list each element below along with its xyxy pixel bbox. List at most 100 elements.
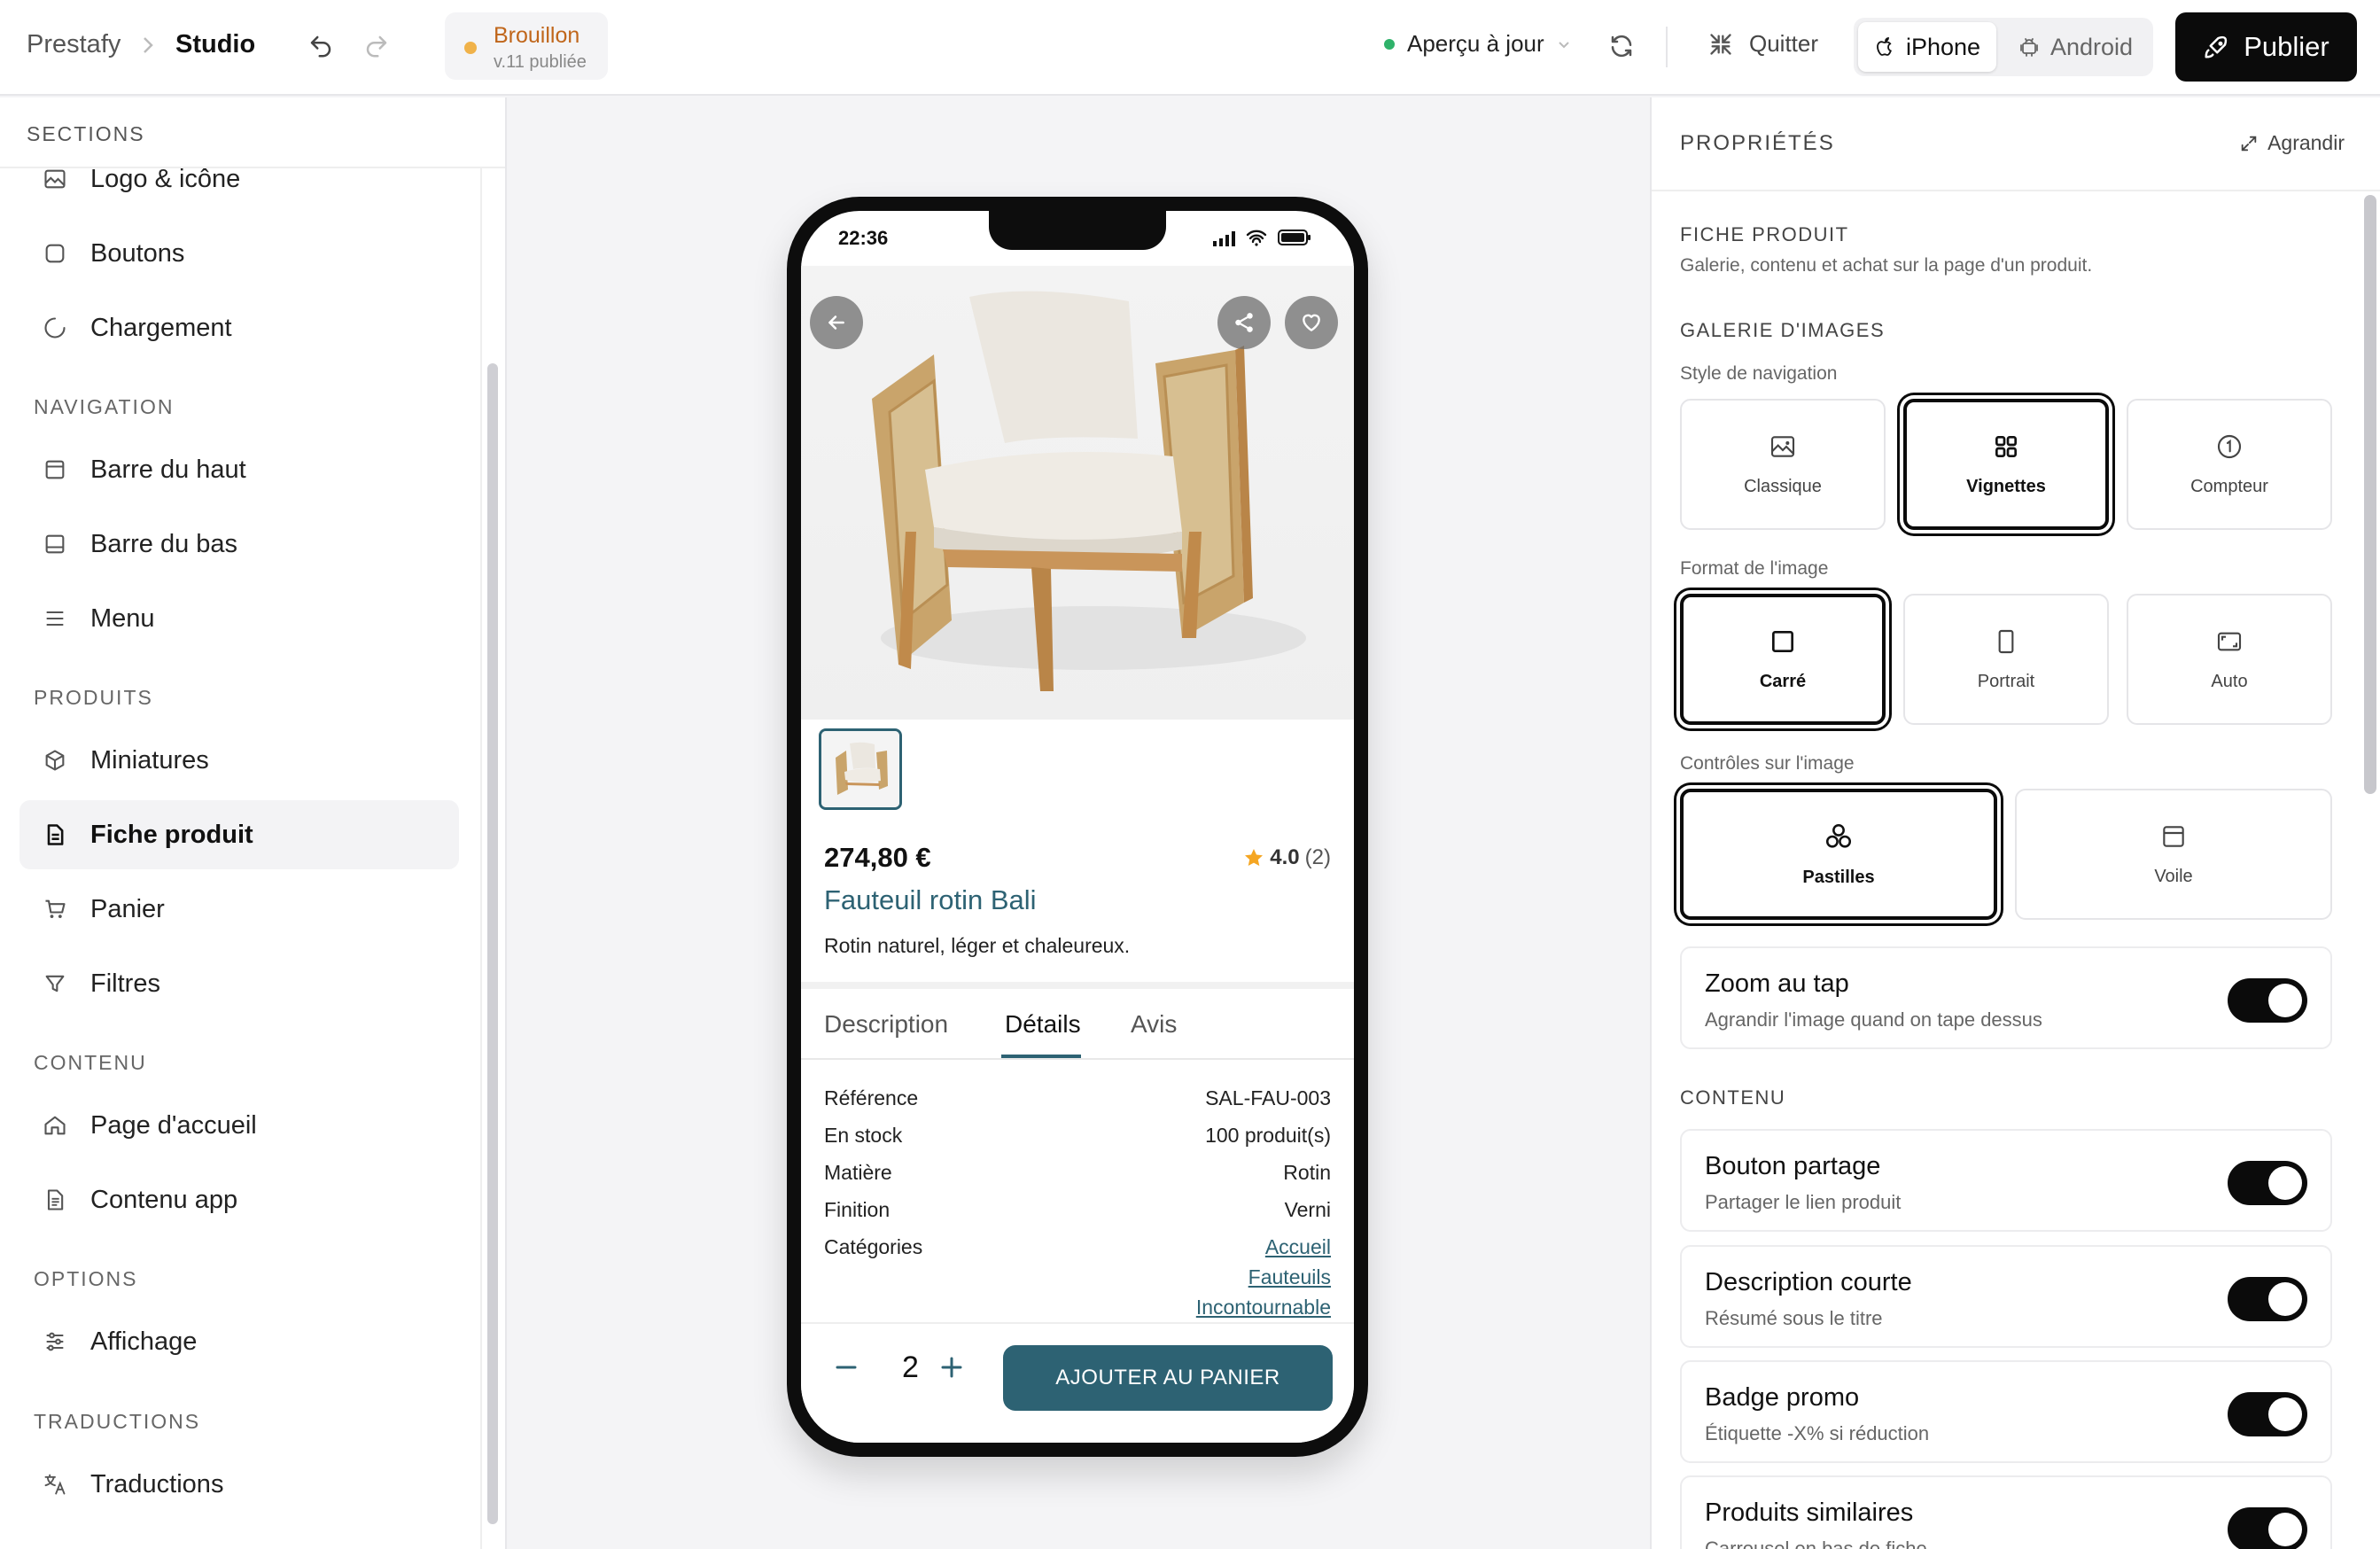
category-link[interactable]: Accueil [1196, 1232, 1331, 1262]
similar-products-toggle[interactable] [2228, 1507, 2307, 1549]
cart-icon [39, 897, 71, 922]
armchair-image [872, 291, 1306, 691]
group-title-produits: PRODUITS [34, 686, 153, 709]
sidebar-item-affichage[interactable]: Affichage [19, 1307, 459, 1376]
detail-label: Matière [824, 1161, 892, 1184]
option-carre[interactable]: Carré [1680, 594, 1886, 725]
sidebar-item-label: Menu [90, 603, 155, 633]
undo-icon[interactable] [301, 27, 340, 66]
rating-count: (2) [1304, 845, 1331, 869]
quantity-value[interactable]: 2 [902, 1351, 919, 1385]
counter-icon [2217, 434, 2242, 458]
portrait-icon [1998, 629, 2014, 653]
device-iphone-label: iPhone [1906, 33, 1981, 60]
menu-icon [39, 606, 71, 631]
option-pastilles[interactable]: Pastilles [1680, 789, 1997, 920]
sidebar-item-miniatures[interactable]: Miniatures [19, 726, 459, 795]
toggle-description: Résumé sous le titre [1705, 1307, 1883, 1329]
sidebar-item-label: Filtres [90, 969, 160, 998]
sidebar-item-barre-du-haut[interactable]: Barre du haut [19, 435, 459, 504]
iphone-preview: 22:36 274,80 € 4.0 (2) Fauteuil rotin Ba… [787, 197, 1368, 1457]
category-link[interactable]: Incontournable [1196, 1292, 1331, 1322]
expand-button[interactable]: Agrandir [2239, 131, 2345, 155]
chevron-down-icon [1558, 41, 1569, 48]
detail-value: Rotin [1283, 1161, 1331, 1184]
quantity-increase-button[interactable] [938, 1354, 965, 1381]
tab-avis[interactable]: Avis [1131, 1010, 1177, 1039]
properties-panel: PROPRIÉTÉS Agrandir FICHE PRODUIT Galeri… [1650, 97, 2380, 1549]
sections-sidebar: SECTIONS Logo & icône Boutons Chargement… [0, 97, 507, 1549]
share-button-toggle[interactable] [2228, 1161, 2307, 1205]
toggle-description: Étiquette -X% si réduction [1705, 1422, 1930, 1444]
sidebar-item-contenu-app[interactable]: Contenu app [19, 1165, 459, 1234]
breadcrumb-separator-icon [142, 35, 154, 55]
back-button[interactable] [810, 296, 863, 349]
armchair-thumbnail-image [821, 731, 899, 807]
sidebar-item-traductions[interactable]: Traductions [19, 1450, 459, 1519]
short-description-toggle[interactable] [2228, 1277, 2307, 1321]
option-label: Auto [2211, 671, 2248, 691]
share-button[interactable] [1217, 296, 1271, 349]
section-divider [801, 982, 1354, 989]
add-to-cart-button[interactable]: AJOUTER AU PANIER [1003, 1345, 1333, 1411]
content-title: CONTENU [1680, 1086, 1786, 1109]
quantity-decrease-button[interactable] [833, 1354, 859, 1381]
sidebar-item-menu[interactable]: Menu [19, 584, 459, 653]
sidebar-scrollbar[interactable] [487, 363, 498, 1524]
draft-status-badge[interactable]: Brouillon v.11 publiée [445, 12, 608, 80]
sidebar-item-panier[interactable]: Panier [19, 875, 459, 944]
veil-icon [2163, 825, 2184, 847]
signal-icon [1213, 231, 1235, 246]
sidebar-item-fiche-produit[interactable]: Fiche produit [19, 800, 459, 869]
option-compteur[interactable]: Compteur [2127, 399, 2332, 530]
option-voile[interactable]: Voile [2015, 789, 2332, 920]
sidebar-item-label: Traductions [90, 1469, 224, 1498]
breadcrumb-app[interactable]: Prestafy [27, 30, 121, 59]
refresh-icon[interactable] [1602, 27, 1641, 66]
option-vignettes[interactable]: Vignettes [1903, 399, 2109, 530]
product-image[interactable] [801, 266, 1354, 720]
option-portrait[interactable]: Portrait [1903, 594, 2109, 725]
status-dot-icon [1384, 38, 1395, 50]
sidebar-item-page-accueil[interactable]: Page d'accueil [19, 1091, 459, 1160]
toolbar-divider [1666, 27, 1668, 67]
wifi-icon [1246, 230, 1267, 246]
quit-button[interactable]: Quitter [1708, 30, 1818, 58]
product-rating[interactable]: 4.0 (2) [1243, 845, 1331, 870]
toggle-title: Bouton partage [1705, 1152, 1881, 1180]
option-classique[interactable]: Classique [1680, 399, 1886, 530]
gallery-thumbnail[interactable] [819, 728, 902, 810]
detail-label: Référence [824, 1086, 919, 1109]
box-icon [39, 748, 71, 773]
sidebar-item-filtres[interactable]: Filtres [19, 949, 459, 1018]
tabs-divider [801, 1058, 1354, 1060]
category-link[interactable]: Fauteuils [1196, 1262, 1331, 1292]
expand-label: Agrandir [2267, 131, 2345, 154]
collapse-icon [1710, 33, 1731, 55]
detail-row-finition: Finition Verni [824, 1198, 1331, 1222]
sidebar-item-logo[interactable]: Logo & icône [19, 144, 459, 214]
home-icon [39, 1113, 71, 1138]
sidebar-item-boutons[interactable]: Boutons [19, 219, 459, 288]
toggle-description: Carrousel en bas de fiche [1705, 1537, 1927, 1549]
sidebar-item-chargement[interactable]: Chargement [19, 293, 459, 362]
sidebar-item-label: Miniatures [90, 745, 209, 774]
tab-details[interactable]: Détails [1005, 1010, 1081, 1039]
device-iphone-button[interactable]: iPhone [1858, 22, 1997, 72]
promo-badge-toggle[interactable] [2228, 1392, 2307, 1436]
toggle-description: Agrandir l'image quand on tape dessus [1705, 1008, 2042, 1031]
panel-scrollbar[interactable] [2364, 195, 2376, 794]
toggle-row-share: Bouton partage Partager le lien produit [1680, 1129, 2332, 1232]
tab-description[interactable]: Description [824, 1010, 948, 1039]
zoom-toggle[interactable] [2228, 978, 2307, 1023]
sidebar-item-label: Page d'accueil [90, 1110, 257, 1140]
sliders-icon [39, 1329, 71, 1354]
option-auto[interactable]: Auto [2127, 594, 2332, 725]
preview-status-dropdown[interactable]: Aperçu à jour [1384, 30, 1571, 58]
grid-icon [1995, 435, 2017, 457]
favorite-button[interactable] [1285, 296, 1338, 349]
sidebar-item-barre-du-bas[interactable]: Barre du bas [19, 510, 459, 579]
redo-icon[interactable] [357, 27, 396, 66]
publish-button[interactable]: Publier [2175, 12, 2357, 82]
device-android-button[interactable]: Android [2003, 22, 2149, 72]
